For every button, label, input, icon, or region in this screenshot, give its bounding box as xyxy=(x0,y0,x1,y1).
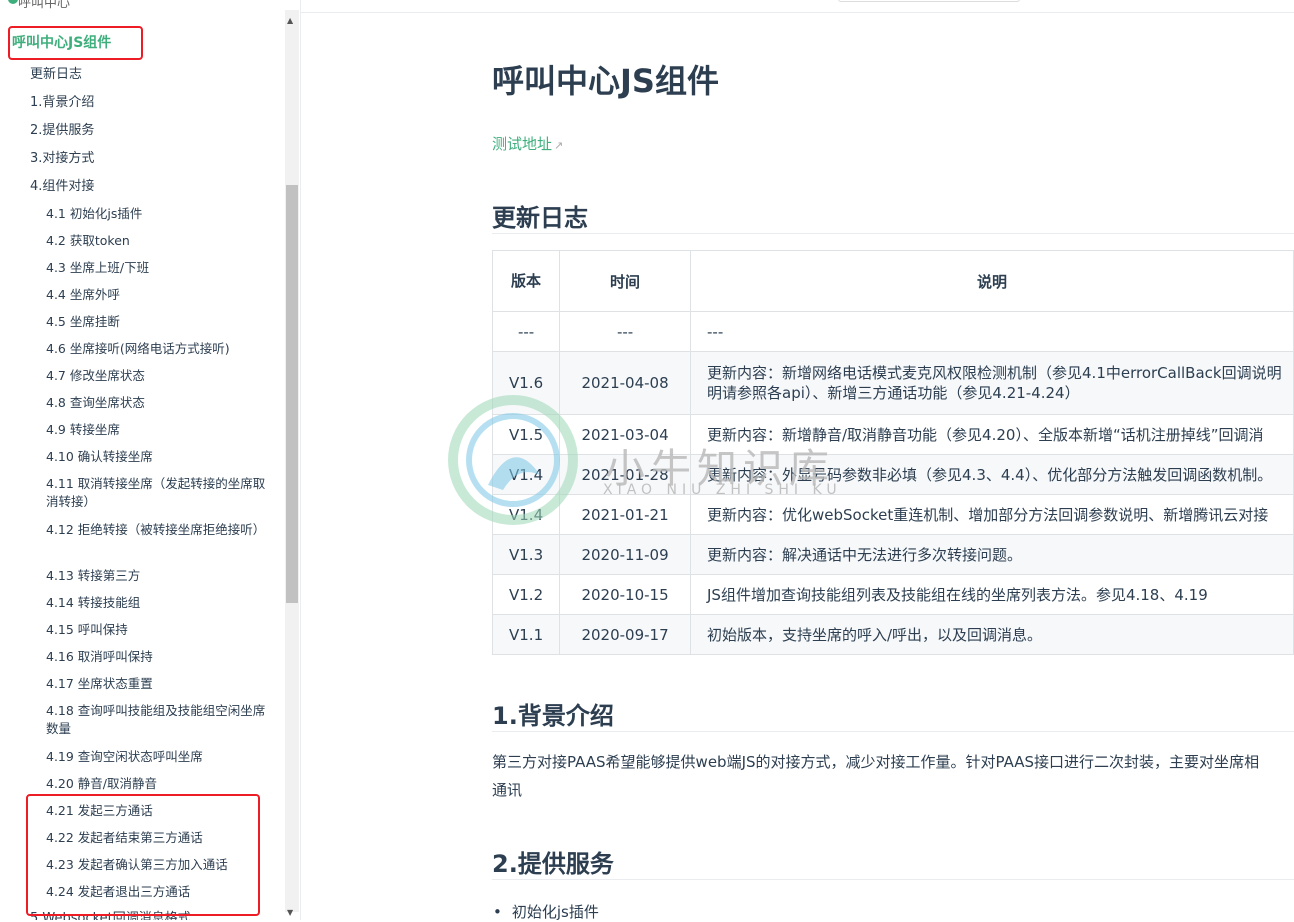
sidebar-item-4-14[interactable]: 4.14 转接技能组 xyxy=(46,594,276,612)
sidebar-item-4-16[interactable]: 4.16 取消呼叫保持 xyxy=(46,648,276,666)
top-navbar xyxy=(300,0,1294,13)
sidebar-item-4-18[interactable]: 4.18 查询呼叫技能组及技能组空闲坐席数量 xyxy=(46,702,276,738)
sidebar-item-4-17[interactable]: 4.17 坐席状态重置 xyxy=(46,675,276,693)
sidebar-item-4-2[interactable]: 4.2 获取token xyxy=(46,232,276,250)
scroll-down-icon[interactable]: ▼ xyxy=(287,908,293,917)
test-address-link[interactable]: 测试地址 ↗ xyxy=(492,133,563,154)
cell-desc: --- xyxy=(690,311,1294,352)
table-header-row: 版本 时间 说明 xyxy=(491,250,1294,312)
sidebar-item-4-5[interactable]: 4.5 坐席挂断 xyxy=(46,313,276,331)
highlight-box-active xyxy=(8,26,143,60)
sidebar-item-4-19[interactable]: 4.19 查询空闲状态呼叫坐席 xyxy=(46,748,276,766)
test-address-label[interactable]: 测试地址 xyxy=(492,135,552,153)
sidebar-item-4-20[interactable]: 4.20 静音/取消静音 xyxy=(46,775,276,793)
section-divider xyxy=(492,731,1294,732)
cell-desc: 初始版本，支持坐席的呼入/呼出，以及回调消息。 xyxy=(690,614,1294,655)
table-row: V1.2 2020-10-15 JS组件增加查询技能组列表及技能组在线的坐席列表… xyxy=(491,574,1294,615)
table-row: V1.6 2021-04-08 更新内容：新增网络电话模式麦克风权限检测机制（参… xyxy=(491,351,1294,415)
sidebar-item-4-11[interactable]: 4.11 取消转接坐席（发起转接的坐席取消转接） xyxy=(46,475,276,511)
table-row: V1.1 2020-09-17 初始版本，支持坐席的呼入/呼出，以及回调消息。 xyxy=(491,614,1294,655)
background-paragraph-line2: 通讯 xyxy=(492,781,523,799)
column-header-time: 时间 xyxy=(559,250,691,312)
cell-version: --- xyxy=(491,311,561,352)
watermark-logo-icon xyxy=(448,395,578,525)
cell-time: 2020-10-15 xyxy=(559,574,691,615)
page-title: 呼叫中心JS组件 xyxy=(492,62,719,100)
sidebar-item-4-6[interactable]: 4.6 坐席接听(网络电话方式接听) xyxy=(46,340,276,358)
sidebar-item-4-13[interactable]: 4.13 转接第三方 xyxy=(46,567,276,585)
list-item: 初始化js插件 xyxy=(493,901,599,922)
sidebar-item-callcenter[interactable]: 呼叫中心 xyxy=(18,0,70,11)
cell-version: V1.1 xyxy=(491,614,561,655)
sidebar-scroll-thumb[interactable] xyxy=(286,185,298,603)
cell-desc: 更新内容：解决通话中无法进行多次转接问题。 xyxy=(690,534,1294,575)
sidebar-item-4-7[interactable]: 4.7 修改坐席状态 xyxy=(46,367,276,385)
sidebar: 呼叫中心 呼叫中心JS组件 更新日志 1.背景介绍 2.提供服务 3.对接方式 … xyxy=(0,0,301,920)
cell-time: 2020-11-09 xyxy=(559,534,691,575)
sidebar-item-background[interactable]: 1.背景介绍 xyxy=(30,94,94,112)
table-row: V1.4 2021-01-21 更新内容：优化webSocket重连机制、增加部… xyxy=(491,494,1294,535)
cell-desc: JS组件增加查询技能组列表及技能组在线的坐席列表方法。参见4.18、4.19 xyxy=(690,574,1294,615)
cell-time: 2021-04-08 xyxy=(559,351,691,415)
cell-version: V1.2 xyxy=(491,574,561,615)
highlight-box-4-21-to-4-24 xyxy=(26,794,260,916)
sidebar-item-4-1[interactable]: 4.1 初始化js插件 xyxy=(46,205,276,223)
services-heading: 2.提供服务 xyxy=(492,850,614,878)
sidebar-item-services[interactable]: 2.提供服务 xyxy=(30,122,94,140)
sidebar-item-4-9[interactable]: 4.9 转接坐席 xyxy=(46,421,276,439)
column-header-version: 版本 xyxy=(491,250,561,312)
sidebar-item-integration[interactable]: 3.对接方式 xyxy=(30,150,94,168)
external-link-icon: ↗ xyxy=(554,139,564,152)
sidebar-item-4-8[interactable]: 4.8 查询坐席状态 xyxy=(46,394,276,412)
column-header-desc: 说明 xyxy=(690,250,1294,312)
section-divider xyxy=(492,879,1294,880)
sidebar-item-component[interactable]: 4.组件对接 xyxy=(30,178,94,196)
cell-time: --- xyxy=(559,311,691,352)
sidebar-item-4-3[interactable]: 4.3 坐席上班/下班 xyxy=(46,259,276,277)
table-row: --- --- --- xyxy=(491,311,1294,352)
background-paragraph-line1: 第三方对接PAAS希望能够提供web端JS的对接方式，减少对接工作量。针对PAA… xyxy=(492,753,1260,771)
sidebar-item-4-10[interactable]: 4.10 确认转接坐席 xyxy=(46,448,276,466)
cell-desc: 更新内容：优化webSocket重连机制、增加部分方法回调参数说明、新增腾讯云对… xyxy=(690,494,1294,535)
scroll-up-icon[interactable]: ▲ xyxy=(287,16,293,25)
changelog-heading: 更新日志 xyxy=(492,204,588,232)
sidebar-item-4-4[interactable]: 4.4 坐席外呼 xyxy=(46,286,276,304)
cell-version: V1.3 xyxy=(491,534,561,575)
cell-time: 2021-01-21 xyxy=(559,494,691,535)
search-input[interactable] xyxy=(838,0,1020,2)
cell-desc: 更新内容：新增网络电话模式麦克风权限检测机制（参见4.1中errorCallBa… xyxy=(690,351,1294,415)
sidebar-logo-icon xyxy=(8,0,18,4)
cell-time: 2020-09-17 xyxy=(559,614,691,655)
section-divider xyxy=(492,233,1294,234)
watermark-subtext: XIAO NIU ZHI SHI KU xyxy=(603,482,842,498)
sidebar-item-changelog[interactable]: 更新日志 xyxy=(30,66,82,84)
sidebar-item-4-15[interactable]: 4.15 呼叫保持 xyxy=(46,621,276,639)
sidebar-item-4-12[interactable]: 4.12 拒绝转接（被转接坐席拒绝接听） xyxy=(46,521,276,539)
background-heading: 1.背景介绍 xyxy=(492,702,614,730)
table-row: V1.3 2020-11-09 更新内容：解决通话中无法进行多次转接问题。 xyxy=(491,534,1294,575)
